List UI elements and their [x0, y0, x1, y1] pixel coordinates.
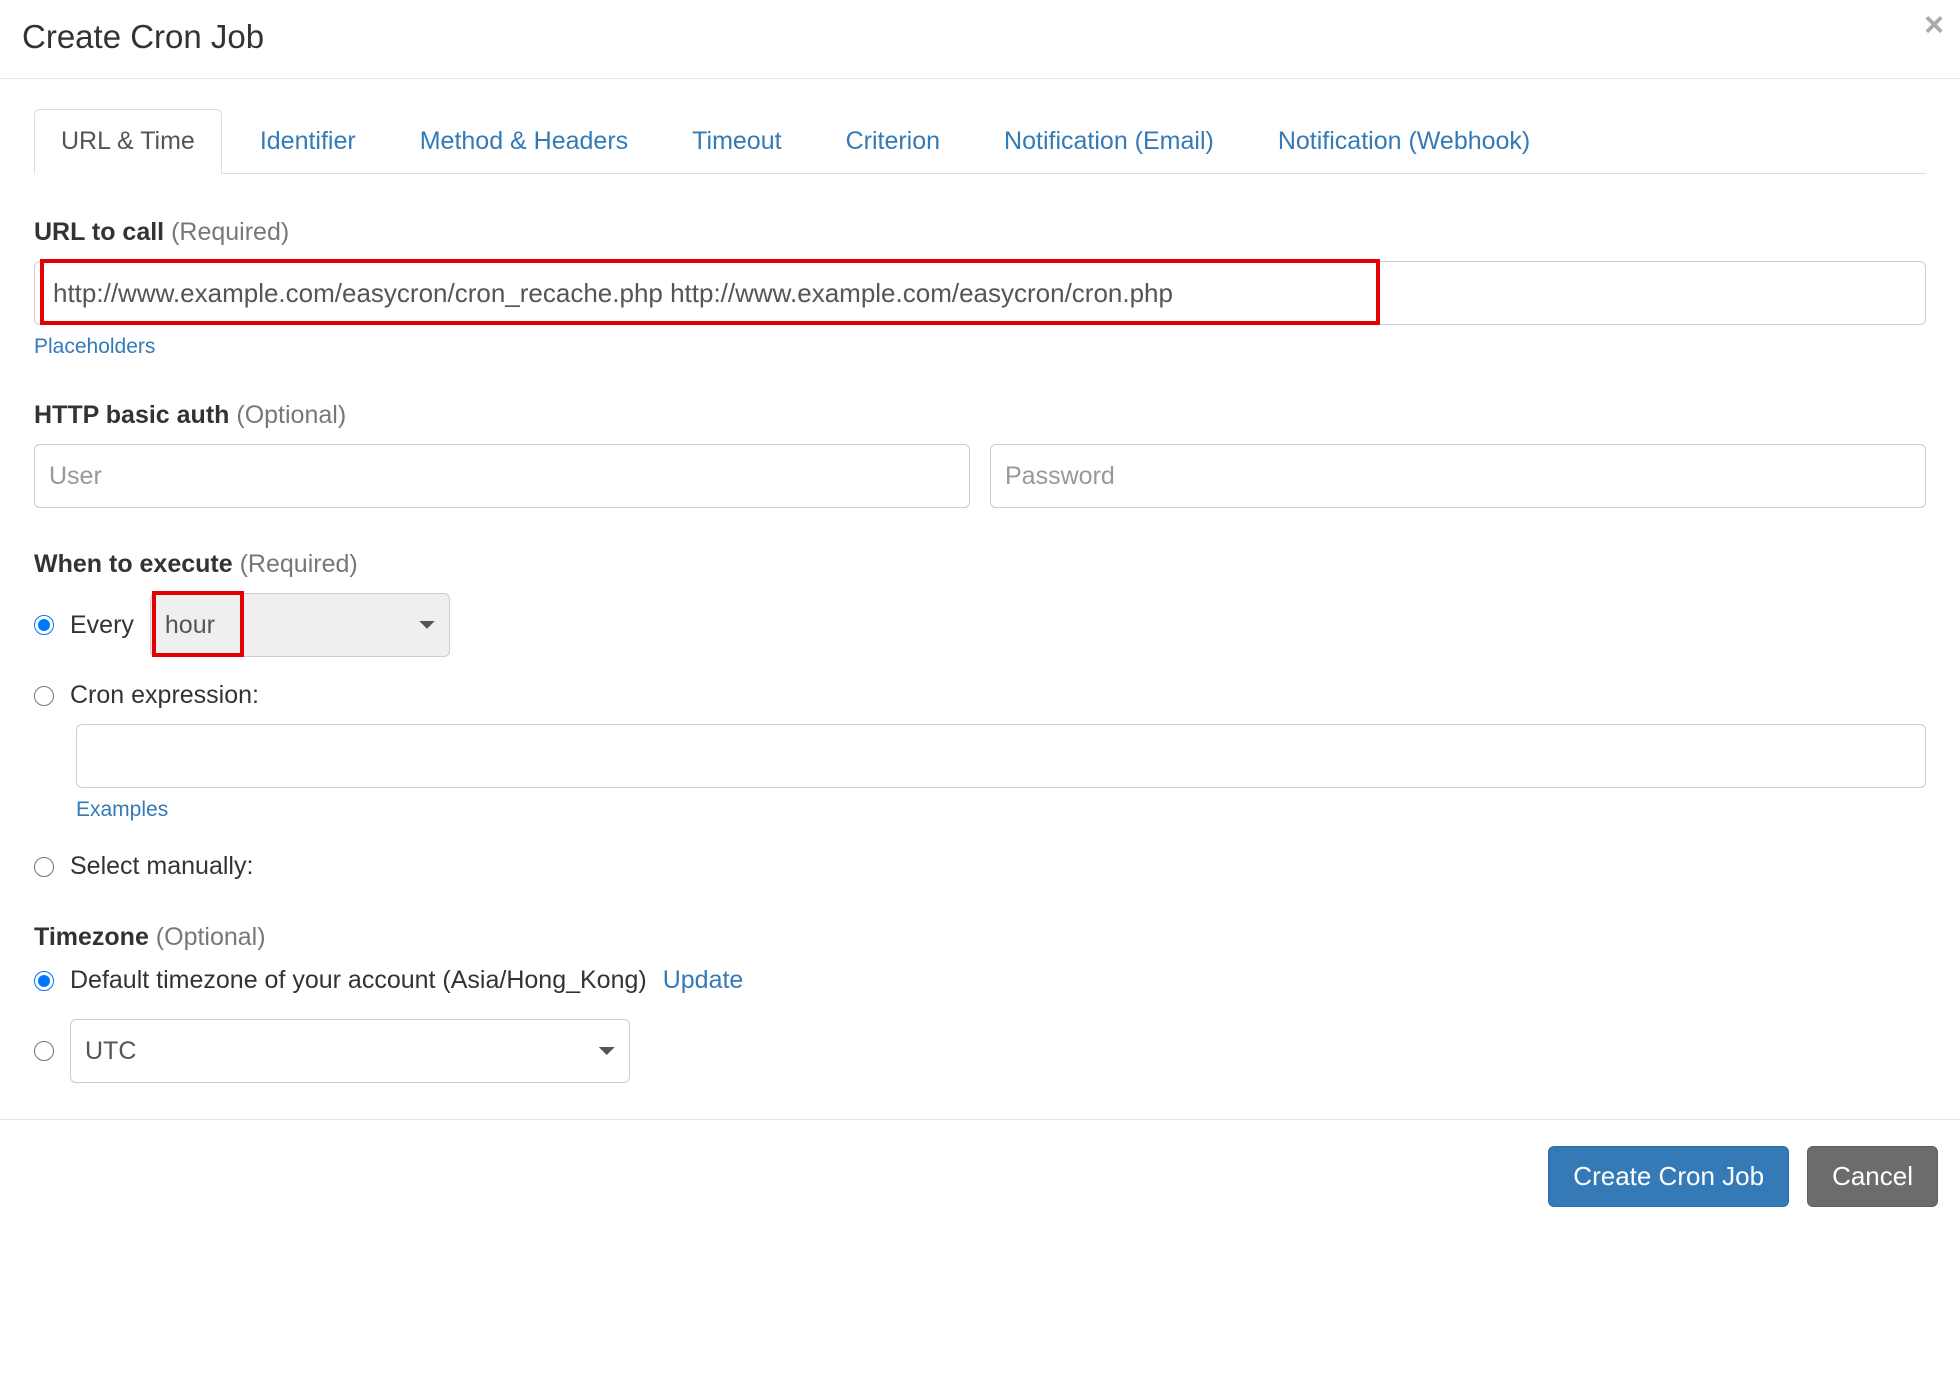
field-timezone: Timezone (Optional) Default timezone of …: [34, 923, 1926, 1083]
label-when-suffix: (Required): [240, 550, 358, 578]
label-url-suffix: (Required): [171, 218, 289, 246]
radio-every[interactable]: [34, 615, 54, 635]
every-select[interactable]: hour: [150, 593, 450, 657]
radio-tz-default[interactable]: [34, 971, 54, 991]
modal-body: URL & Time Identifier Method & Headers T…: [0, 79, 1960, 1119]
tz-utc-row: UTC: [34, 1019, 1926, 1083]
label-url: URL to call (Required): [34, 218, 1926, 247]
label-auth-text: HTTP basic auth: [34, 401, 229, 429]
label-tz: Timezone (Optional): [34, 923, 1926, 952]
tz-update-link[interactable]: Update: [663, 966, 744, 995]
label-tz-suffix: (Optional): [156, 923, 266, 951]
label-auth: HTTP basic auth (Optional): [34, 401, 1926, 430]
auth-pass-input[interactable]: [990, 444, 1926, 508]
label-url-text: URL to call: [34, 218, 164, 246]
cron-label: Cron expression:: [70, 681, 259, 710]
create-cron-modal: Create Cron Job × URL & Time Identifier …: [0, 0, 1960, 1233]
tab-notification-webhook[interactable]: Notification (Webhook): [1252, 110, 1556, 173]
radio-tz-utc[interactable]: [34, 1041, 54, 1061]
label-when: When to execute (Required): [34, 550, 1926, 579]
close-icon[interactable]: ×: [1924, 8, 1944, 42]
label-auth-suffix: (Optional): [236, 401, 346, 429]
create-button[interactable]: Create Cron Job: [1548, 1146, 1789, 1207]
modal-footer: Create Cron Job Cancel: [0, 1119, 1960, 1233]
tabs: URL & Time Identifier Method & Headers T…: [34, 109, 1926, 174]
cron-expression-input[interactable]: [76, 724, 1926, 788]
when-cron-row: Cron expression:: [34, 681, 1926, 710]
field-auth: HTTP basic auth (Optional): [34, 401, 1926, 508]
tab-notification-email[interactable]: Notification (Email): [978, 110, 1240, 173]
placeholders-link[interactable]: Placeholders: [34, 335, 155, 358]
tab-identifier[interactable]: Identifier: [234, 110, 382, 173]
when-every-row: Every hour: [34, 593, 1926, 657]
radio-manual[interactable]: [34, 857, 54, 877]
label-when-text: When to execute: [34, 550, 233, 578]
cancel-button[interactable]: Cancel: [1807, 1146, 1938, 1207]
auth-user-input[interactable]: [34, 444, 970, 508]
field-when: When to execute (Required) Every hour Cr…: [34, 550, 1926, 881]
tab-method-headers[interactable]: Method & Headers: [394, 110, 654, 173]
every-label: Every: [70, 611, 134, 640]
tz-default-row: Default timezone of your account (Asia/H…: [34, 966, 1926, 995]
tz-select[interactable]: UTC: [70, 1019, 630, 1083]
tab-url-time[interactable]: URL & Time: [34, 109, 222, 174]
examples-link[interactable]: Examples: [76, 798, 168, 821]
field-url: URL to call (Required) Placeholders: [34, 218, 1926, 359]
label-tz-text: Timezone: [34, 923, 149, 951]
manual-label: Select manually:: [70, 852, 253, 881]
tab-timeout[interactable]: Timeout: [666, 110, 807, 173]
tab-criterion[interactable]: Criterion: [820, 110, 966, 173]
when-manual-row: Select manually:: [34, 852, 1926, 881]
radio-cron[interactable]: [34, 686, 54, 706]
tz-default-label: Default timezone of your account (Asia/H…: [70, 966, 647, 995]
modal-title: Create Cron Job: [22, 18, 1938, 56]
url-input[interactable]: [34, 261, 1926, 325]
modal-header: Create Cron Job ×: [0, 0, 1960, 79]
